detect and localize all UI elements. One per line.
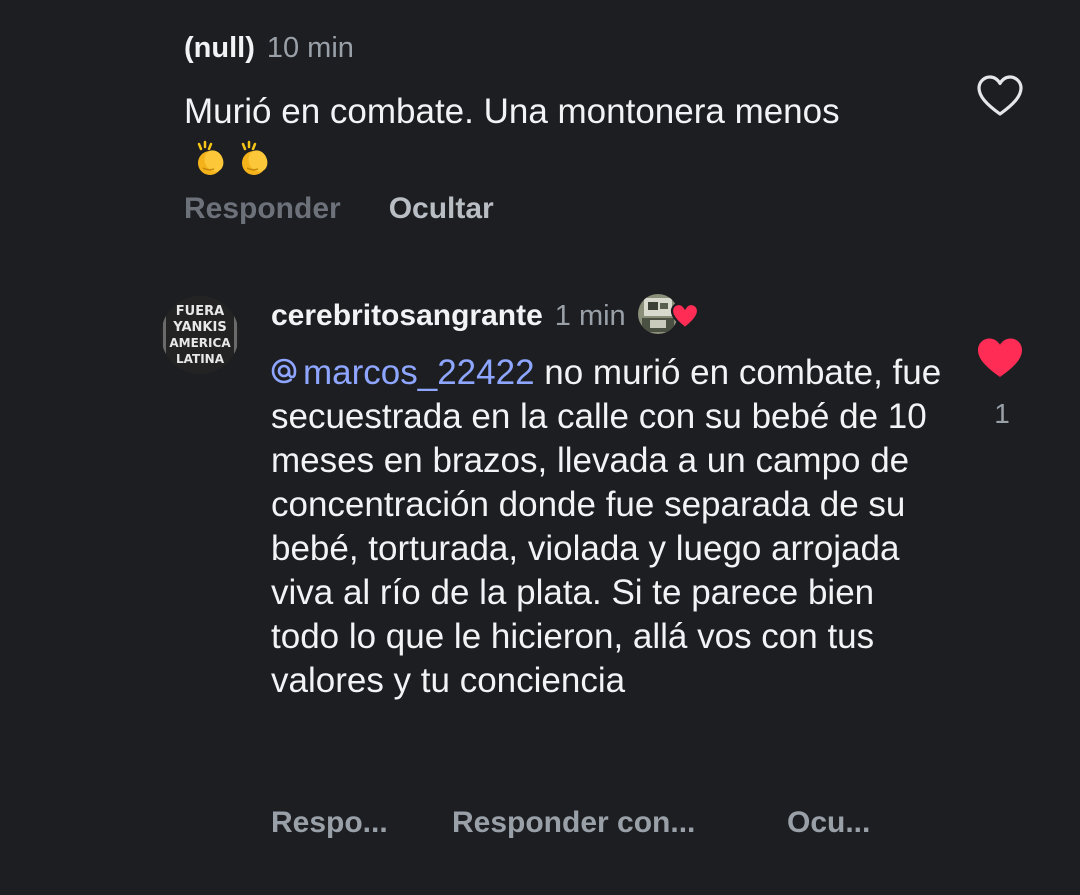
comment-1-text: Murió en combate. Una montonera menos	[184, 92, 840, 131]
comment-1-username[interactable]: (null)	[184, 32, 255, 65]
heart-outline-icon[interactable]	[976, 74, 1024, 118]
avatar-image: FUERA YANKIS AMERICA LATINA	[161, 296, 239, 374]
comment-2-timestamp: 1 min	[554, 299, 626, 332]
hide-button[interactable]: Ocu...	[787, 806, 870, 840]
reply-with-button[interactable]: Responder con...	[452, 806, 695, 840]
comment-1-body: Murió en combate. Una montonera menos	[184, 90, 884, 178]
comment-1-actions: Responder Ocultar	[184, 192, 494, 226]
comment-2-body: marcos_22422 no murió en combate, fue se…	[271, 351, 951, 703]
avatar-line-4: LATINA	[176, 352, 225, 366]
avatar-line-1: FUERA	[176, 304, 224, 319]
clapping-hands-emoji-group	[190, 138, 274, 178]
heart-filled-icon[interactable]	[976, 336, 1024, 380]
heart-badge-icon	[670, 302, 699, 330]
like-count: 1	[994, 398, 1010, 429]
mention-username: marcos_22422	[303, 353, 535, 392]
creator-liked-badge	[637, 294, 700, 338]
avatar-line-3: AMERICA	[169, 336, 231, 350]
comment-2-header: cerebritosangrante 1 min	[271, 294, 700, 338]
at-icon	[271, 358, 297, 384]
comment-2-text: no murió en combate, fue secuestrada en …	[271, 353, 942, 700]
comment-1-header: (null) 10 min	[184, 32, 354, 65]
comment-2-username[interactable]: cerebritosangrante	[271, 299, 543, 333]
clapping-hands-icon	[197, 140, 224, 175]
mention-link[interactable]: marcos_22422	[271, 351, 535, 395]
avatar[interactable]: FUERA YANKIS AMERICA LATINA	[161, 296, 239, 374]
reply-button[interactable]: Responder	[184, 192, 341, 226]
avatar-line-2: YANKIS	[172, 320, 226, 335]
reply-button[interactable]: Respo...	[271, 806, 388, 840]
hide-button[interactable]: Ocultar	[389, 192, 494, 226]
clapping-hands-icon	[241, 140, 268, 175]
comment-1-timestamp: 10 min	[266, 32, 354, 64]
